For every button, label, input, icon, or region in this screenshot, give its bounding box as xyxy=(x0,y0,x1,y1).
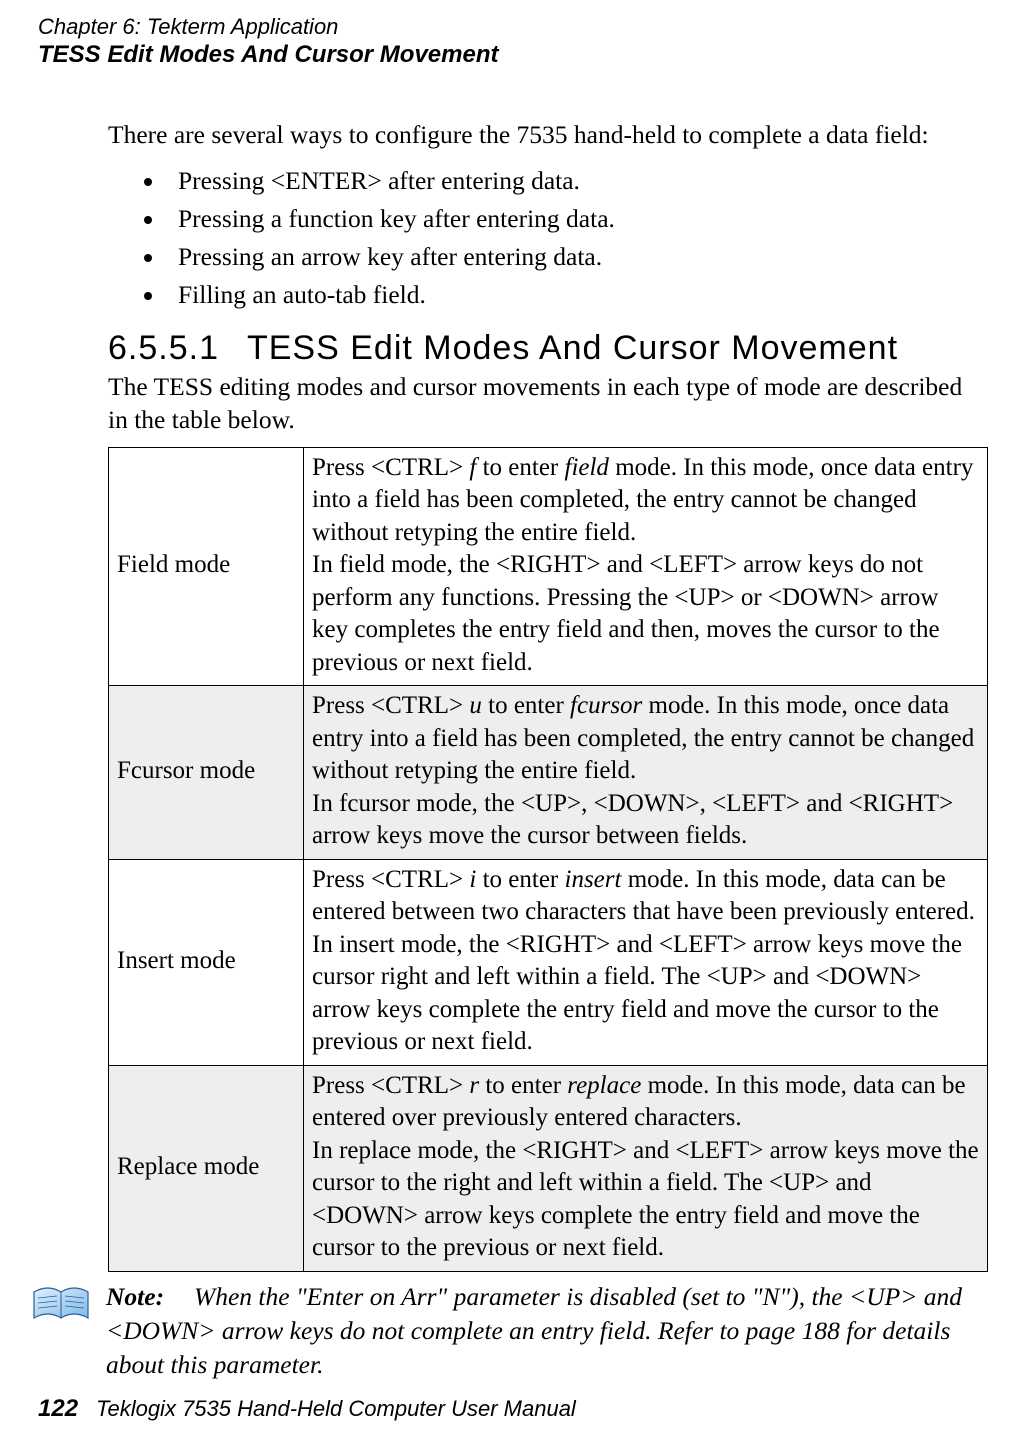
text: Press <CTRL> xyxy=(312,692,469,719)
text: In fcursor mode, the <UP>, <DOWN>, <LEFT… xyxy=(312,790,953,850)
mode-label: Field mode xyxy=(109,447,304,686)
mode-label: Fcursor mode xyxy=(109,686,304,860)
note-body: When the "Enter on Arr" parameter is dis… xyxy=(106,1282,962,1379)
mode-label: Insert mode xyxy=(109,859,304,1065)
note-text: Note:When the "Enter on Arr" parameter i… xyxy=(106,1280,988,1382)
heading-followup: The TESS editing modes and cursor moveme… xyxy=(108,370,988,437)
note-block: Note:When the "Enter on Arr" parameter i… xyxy=(108,1280,988,1382)
key-italic: r xyxy=(469,1072,479,1099)
table-row: Replace mode Press <CTRL> r to enter rep… xyxy=(109,1065,988,1271)
mode-italic: field xyxy=(565,454,609,481)
page-number: 122 xyxy=(38,1395,78,1422)
list-item: Pressing an arrow key after entering dat… xyxy=(166,238,988,276)
list-item: Filling an auto-tab field. xyxy=(166,276,988,314)
mode-label: Replace mode xyxy=(109,1065,304,1271)
mode-description: Press <CTRL> u to enter fcursor mode. In… xyxy=(304,686,988,860)
running-head-chapter: Chapter 6: Tekterm Application xyxy=(38,14,983,39)
bullet-list: Pressing <ENTER> after entering data. Pr… xyxy=(108,162,988,315)
mode-italic: fcursor xyxy=(570,692,642,719)
modes-table: Field mode Press <CTRL> f to enter field… xyxy=(108,447,988,1272)
key-italic: u xyxy=(469,692,482,719)
mode-description: Press <CTRL> i to enter insert mode. In … xyxy=(304,859,988,1065)
text: to enter xyxy=(479,1072,567,1099)
list-item: Pressing <ENTER> after entering data. xyxy=(166,162,988,200)
table-row: Field mode Press <CTRL> f to enter field… xyxy=(109,447,988,686)
mode-italic: insert xyxy=(565,866,622,893)
note-label: Note: xyxy=(106,1280,194,1314)
intro-paragraph: There are several ways to configure the … xyxy=(108,118,988,152)
mode-italic: replace xyxy=(567,1072,641,1099)
footer-title: Teklogix 7535 Hand-Held Computer User Ma… xyxy=(96,1396,576,1421)
list-item: Pressing a function key after entering d… xyxy=(166,200,988,238)
text: In replace mode, the <RIGHT> and <LEFT> … xyxy=(312,1137,979,1262)
text: to enter xyxy=(476,866,564,893)
mode-description: Press <CTRL> f to enter field mode. In t… xyxy=(304,447,988,686)
content: There are several ways to configure the … xyxy=(108,118,988,1382)
table-row: Insert mode Press <CTRL> i to enter inse… xyxy=(109,859,988,1065)
mode-description: Press <CTRL> r to enter replace mode. In… xyxy=(304,1065,988,1271)
footer: 122 Teklogix 7535 Hand-Held Computer User… xyxy=(38,1395,576,1423)
running-head: Chapter 6: Tekterm Application TESS Edit… xyxy=(38,14,983,69)
table-row: Fcursor mode Press <CTRL> u to enter fcu… xyxy=(109,686,988,860)
running-head-section: TESS Edit Modes And Cursor Movement xyxy=(38,41,983,69)
text: Press <CTRL> xyxy=(312,454,469,481)
text: In field mode, the <RIGHT> and <LEFT> ar… xyxy=(312,551,940,676)
heading-title: TESS Edit Modes And Cursor Movement xyxy=(247,329,898,367)
book-icon xyxy=(30,1282,92,1329)
text: Press <CTRL> xyxy=(312,866,469,893)
text: to enter xyxy=(476,454,564,481)
heading-number: 6.5.5.1 xyxy=(108,329,219,367)
page: Chapter 6: Tekterm Application TESS Edit… xyxy=(0,0,1021,1451)
text: Press <CTRL> xyxy=(312,1072,469,1099)
text: In insert mode, the <RIGHT> and <LEFT> a… xyxy=(312,931,962,1056)
text: to enter xyxy=(482,692,570,719)
section-heading: 6.5.5.1 TESS Edit Modes And Cursor Moveme… xyxy=(108,329,988,368)
